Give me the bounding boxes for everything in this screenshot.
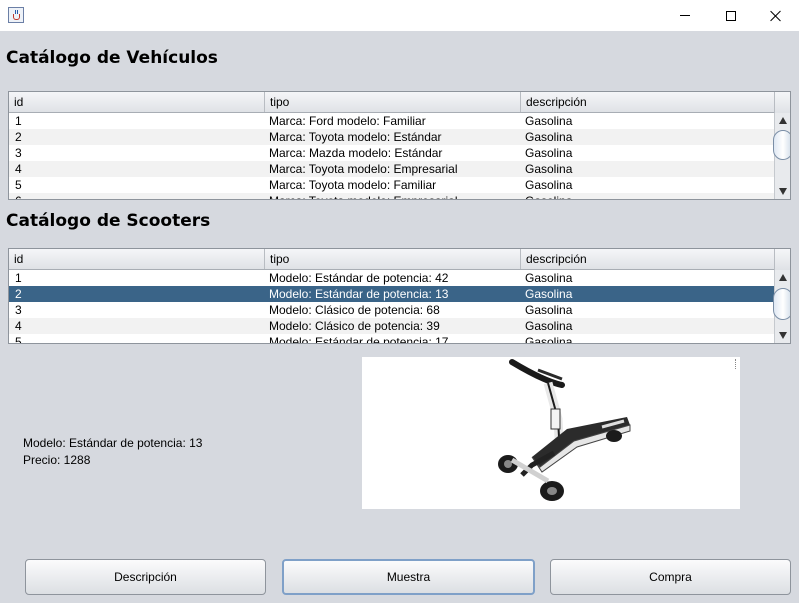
scooter-image-panel: [362, 357, 740, 509]
scroll-up-arrow-icon[interactable]: [779, 117, 787, 124]
table-cell: 3: [15, 146, 22, 160]
table-cell: Modelo: Clásico de potencia: 39: [269, 319, 440, 333]
table-cell: 4: [15, 162, 22, 176]
buy-button[interactable]: Compra: [550, 559, 791, 595]
table-cell: Marca: Mazda modelo: Estándar: [269, 146, 443, 160]
close-button[interactable]: [753, 0, 799, 31]
table-cell: Marca: Toyota modelo: Estándar: [269, 130, 442, 144]
column-header-tipo[interactable]: tipo: [265, 92, 521, 112]
table-cell: 1: [15, 114, 22, 128]
table-cell: 2: [15, 287, 22, 301]
table-cell: Gasolina: [525, 130, 573, 144]
table-cell: Gasolina: [525, 146, 573, 160]
vehicles-table[interactable]: id tipo descripción 1 Marca: Ford modelo:…: [8, 91, 791, 200]
table-row[interactable]: 4 Modelo: Clásico de potencia: 39 Gasolina: [9, 318, 775, 334]
header-corner: [774, 249, 790, 270]
vehicles-table-header: id tipo descripción: [9, 92, 790, 113]
table-cell: Gasolina: [525, 114, 573, 128]
table-cell: Modelo: Estándar de potencia: 13: [269, 287, 449, 301]
table-cell: Marca: Toyota modelo: Empresarial: [269, 162, 458, 176]
description-button[interactable]: Descripción: [25, 559, 266, 595]
table-row[interactable]: 2 Marca: Toyota modelo: Estándar Gasolina: [9, 129, 775, 145]
column-header-id[interactable]: id: [9, 249, 265, 269]
table-cell: Marca: Toyota modelo: Empresarial: [263, 193, 519, 199]
column-header-id[interactable]: id: [9, 92, 265, 112]
column-header-tipo[interactable]: tipo: [265, 249, 521, 269]
table-row[interactable]: 3 Modelo: Clásico de potencia: 68 Gasolina: [9, 302, 775, 318]
table-cell: Gasolina: [525, 162, 573, 176]
scooters-title: Catálogo de Scooters: [6, 211, 211, 231]
vehicles-title: Catálogo de Vehículos: [6, 48, 218, 68]
table-cell: Gasolina: [525, 319, 573, 333]
java-app-icon: [8, 7, 24, 23]
table-cell: Gasolina: [525, 303, 573, 317]
table-cell: Modelo: Estándar de potencia: 42: [269, 271, 449, 285]
table-row[interactable]: 3 Marca: Mazda modelo: Estándar Gasolina: [9, 145, 775, 161]
table-cell: 6: [9, 193, 265, 199]
vehicles-table-body: 1 Marca: Ford modelo: Familiar Gasolina 2 Ma…: [9, 113, 775, 199]
column-header-descripcion[interactable]: descripción: [521, 249, 775, 269]
table-cell: 1: [15, 271, 22, 285]
scooters-table-header: id tipo descripción: [9, 249, 790, 270]
detail-model: Modelo: Estándar de potencia: 13: [23, 436, 203, 450]
table-row[interactable]: 1 Modelo: Estándar de potencia: 42 Gasolin…: [9, 270, 775, 286]
close-icon: [770, 10, 782, 22]
table-cell: 4: [15, 319, 22, 333]
table-row[interactable]: 4 Marca: Toyota modelo: Empresarial Gasoli…: [9, 161, 775, 177]
maximize-button[interactable]: [708, 0, 754, 31]
scrollbar-thumb[interactable]: [773, 130, 790, 160]
minimize-button[interactable]: [662, 0, 708, 31]
table-cell: Gasolina: [525, 178, 573, 192]
table-cell: Marca: Toyota modelo: Familiar: [269, 178, 437, 192]
maximize-icon: [726, 10, 736, 21]
vehicles-scrollbar[interactable]: [773, 113, 790, 199]
table-cell: 5: [15, 178, 22, 192]
scooters-scrollbar[interactable]: [773, 270, 790, 343]
column-header-descripcion[interactable]: descripción: [521, 92, 775, 112]
table-row[interactable]: 1 Marca: Ford modelo: Familiar Gasolina: [9, 113, 775, 129]
table-cell: Modelo: Estándar de potencia: 17: [269, 335, 449, 343]
table-cell: Modelo: Clásico de potencia: 68: [269, 303, 440, 317]
scroll-down-arrow-icon[interactable]: [779, 332, 787, 339]
header-corner: [774, 92, 790, 113]
table-row[interactable]: 5 Modelo: Estándar de potencia: 17 Gasolin…: [9, 334, 775, 343]
scrollbar-thumb[interactable]: [773, 288, 790, 320]
sample-button[interactable]: Muestra: [282, 559, 535, 595]
table-cell: 2: [15, 130, 22, 144]
table-row[interactable]: 6Marca: Toyota modelo: EmpresarialGasoli…: [9, 193, 775, 199]
scooters-table-body: 1 Modelo: Estándar de potencia: 42 Gasolin…: [9, 270, 775, 343]
table-row[interactable]: 5 Marca: Toyota modelo: Familiar Gasolina: [9, 177, 775, 193]
electric-scooter-photo-icon: [498, 359, 631, 501]
title-bar: [0, 0, 799, 31]
table-cell: Gasolina: [525, 335, 573, 343]
table-cell: Gasolina: [525, 287, 573, 301]
scooters-table[interactable]: id tipo descripción 1 Modelo: Estándar de…: [8, 248, 791, 344]
table-cell: Gasolina: [519, 193, 775, 199]
scroll-down-arrow-icon[interactable]: [779, 188, 787, 195]
scroll-up-arrow-icon[interactable]: [779, 274, 787, 281]
table-cell: 5: [15, 335, 22, 343]
minimize-icon: [680, 15, 690, 16]
table-row[interactable]: 2 Modelo: Estándar de potencia: 13 Gasolin…: [9, 286, 775, 302]
table-cell: Gasolina: [525, 271, 573, 285]
table-cell: 3: [15, 303, 22, 317]
table-cell: Marca: Ford modelo: Familiar: [269, 114, 426, 128]
detail-price: Precio: 1288: [23, 453, 91, 467]
